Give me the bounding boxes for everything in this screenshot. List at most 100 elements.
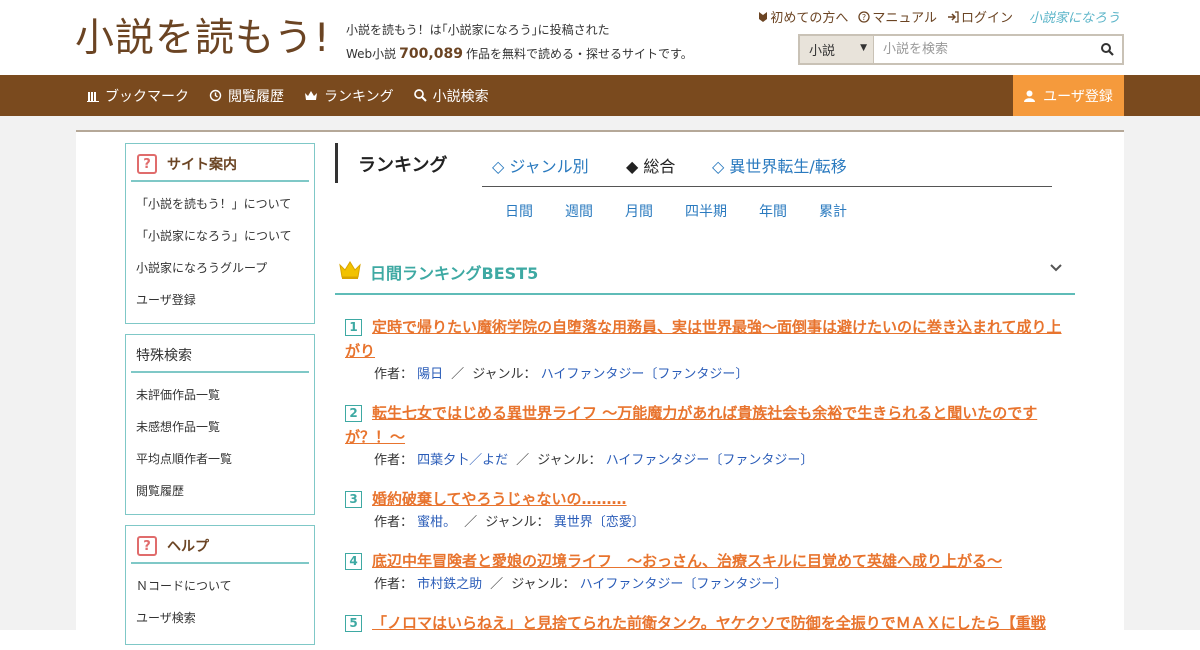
sidebar-item-narou-group[interactable]: 小説家になろうグループ [126, 252, 314, 284]
sidebar-site-guide-list: 「小説を読もう！」について 「小説家になろう」について 小説家になろうグループ … [126, 182, 314, 318]
genre-link[interactable]: ハイファンタジー〔ファンタジー〕 [541, 367, 749, 382]
nav-history-label: 閲覧履歴 [228, 88, 284, 105]
entry-title-link[interactable]: 1 定時で帰りたい魔術学院の自堕落な用務員、実は世界最強～面倒事は避けたいのに巻き… [345, 318, 1062, 360]
author-label: 作者： [374, 577, 414, 592]
genre-link[interactable]: ハイファンタジー〔ファンタジー〕 [606, 453, 814, 468]
site-logo[interactable]: 小説を読もう! [75, 14, 330, 64]
tagline-line1: 小説を読もう！は｢小説家になろう｣に投稿された [346, 23, 610, 37]
entry-title-link[interactable]: 4 底辺中年冒険者と愛娘の辺境ライフ 〜おっさん、治療スキルに目覚めて英雄へ成り上… [345, 552, 1002, 570]
tab-genre[interactable]: ◇ ジャンル別 [492, 153, 589, 177]
sidebar-help-header: ? ヘルプ [131, 526, 309, 564]
sidebar-site-guide-title: サイト案内 [167, 157, 237, 173]
page-background-left [0, 116, 76, 630]
period-weekly[interactable]: 週間 [565, 201, 593, 221]
search-icon [1100, 43, 1114, 56]
page-background-strip [76, 116, 1124, 130]
main-nav: ブックマーク 閲覧履歴 ランキング 小説検索 ユーザ登録 [0, 75, 1200, 116]
tab-overall[interactable]: ◆ 総合 [626, 153, 675, 177]
nav-history[interactable]: 閲覧履歴 [209, 86, 284, 106]
beginner-link[interactable]: 初めての方へ [758, 7, 848, 26]
nav-novel-search[interactable]: 小説検索 [413, 86, 489, 106]
genre-label: ジャンル： [511, 577, 576, 592]
tagline-suffix: 作品を無料で読める・探せるサイトです。 [465, 47, 693, 61]
period-daily[interactable]: 日間 [505, 201, 533, 221]
author-label: 作者： [374, 453, 414, 468]
tab-isekai[interactable]: ◇ 異世界転生/転移 [712, 153, 847, 177]
entry-title: 転生七女ではじめる異世界ライフ 〜万能魔力があれば貴族社会も余裕で生きられると聞… [345, 404, 1038, 446]
sidebar-help-title: ヘルプ [167, 539, 209, 555]
entry-title-link[interactable]: 5 「ノロマはいらねえ」と見捨てられた前衛タンク。ヤケクソで防御を全振りでＭＡＸに… [345, 614, 1046, 632]
search-category-value: 小説 [809, 44, 836, 59]
genre-label: ジャンル： [472, 367, 537, 382]
sidebar-item-avg-score-authors[interactable]: 平均点順作者一覧 [126, 443, 314, 475]
author-link[interactable]: 蜜柑。 [417, 515, 456, 530]
entry-title: 定時で帰りたい魔術学院の自堕落な用務員、実は世界最強～面倒事は避けたいのに巻き込… [345, 318, 1062, 360]
page-background-right [1124, 116, 1200, 630]
search-input[interactable] [874, 36, 1092, 63]
tagline-line2: Web小説 700,089 作品を無料で読める・探せるサイトです。 [346, 42, 693, 66]
rank-number-badge: 1 [345, 319, 362, 336]
period-monthly[interactable]: 月間 [625, 201, 653, 221]
period-yearly[interactable]: 年間 [759, 201, 787, 221]
nav-novel-search-label: 小説検索 [432, 88, 489, 105]
ranking-entry: 5 「ノロマはいらねえ」と見捨てられた前衛タンク。ヤケクソで防御を全振りでＭＡＸに… [345, 611, 1070, 635]
rank-number-badge: 4 [345, 553, 362, 570]
crown-icon [305, 91, 317, 100]
login-link[interactable]: ログイン [947, 7, 1013, 26]
question-box-icon: ? [137, 154, 157, 174]
header-links: 初めての方へ ? マニュアル ログイン 小説家になろう [758, 7, 1120, 26]
sidebar-item-user-register[interactable]: ユーザ登録 [126, 284, 314, 316]
ranking-entry: 4 底辺中年冒険者と愛娘の辺境ライフ 〜おっさん、治療スキルに目覚めて英雄へ成り上… [345, 549, 1070, 597]
sidebar-item-ncode[interactable]: Ｎコードについて [126, 570, 314, 602]
beginner-mark-icon [759, 11, 768, 22]
entry-title-link[interactable]: 3 婚約破棄してやろうじゃないの……… [345, 490, 627, 508]
genre-link[interactable]: ハイファンタジー〔ファンタジー〕 [580, 577, 788, 592]
search-icon [413, 89, 427, 102]
period-total[interactable]: 累計 [819, 201, 847, 221]
site-tagline: 小説を読もう！は｢小説家になろう｣に投稿された Web小説 700,089 作品を無… [346, 18, 693, 66]
narou-partner-logo[interactable]: 小説家になろう [1029, 7, 1120, 26]
tagline-prefix: Web小説 [346, 47, 397, 61]
nav-register-button[interactable]: ユーザ登録 [1013, 75, 1124, 116]
author-link[interactable]: 陽日 [417, 367, 443, 382]
rank-number-badge: 5 [345, 615, 362, 632]
manual-link-label: マニュアル [872, 11, 937, 26]
entry-title: 「ノロマはいらねえ」と見捨てられた前衛タンク。ヤケクソで防御を全振りでＭＡＸにし… [372, 614, 1046, 632]
work-count: 700,089 [399, 46, 463, 62]
ranking-title-bar [335, 143, 338, 183]
search-button[interactable] [1092, 36, 1122, 63]
history-icon [209, 89, 222, 102]
author-link[interactable]: 四葉夕卜／よだ [417, 453, 508, 468]
nav-ranking[interactable]: ランキング [304, 86, 394, 106]
manual-link[interactable]: ? マニュアル [858, 7, 937, 26]
genre-label: ジャンル： [485, 515, 550, 530]
period-quarterly[interactable]: 四半期 [685, 201, 727, 221]
nav-bookmark[interactable]: ブックマーク [87, 86, 189, 106]
sidebar-item-about-yomou[interactable]: 「小説を読もう！」について [126, 188, 314, 220]
entry-meta: 作者： 陽日／ジャンル： ハイファンタジー〔ファンタジー〕 [374, 367, 749, 382]
search-box: 小説 ▼ [798, 34, 1124, 65]
sidebar-item-unrated[interactable]: 未評価作品一覧 [126, 379, 314, 411]
chevron-down-icon[interactable] [1049, 263, 1063, 273]
sidebar-item-browse-history[interactable]: 閲覧履歴 [126, 475, 314, 507]
rank-number-badge: 3 [345, 491, 362, 508]
svg-text:?: ? [862, 13, 866, 22]
nav-bookmark-label: ブックマーク [105, 88, 189, 105]
sidebar-item-about-narou[interactable]: 「小説家になろう」について [126, 220, 314, 252]
entry-meta: 作者： 市村鉄之助／ジャンル： ハイファンタジー〔ファンタジー〕 [374, 577, 788, 592]
nav-items: ブックマーク 閲覧履歴 ランキング 小説検索 [87, 75, 489, 116]
user-icon [1024, 90, 1036, 102]
search-category-select[interactable]: 小説 ▼ [800, 36, 874, 63]
sidebar-site-guide-header: ? サイト案内 [131, 144, 309, 182]
author-link[interactable]: 市村鉄之助 [417, 577, 482, 592]
sidebar-item-user-search[interactable]: ユーザ検索 [126, 602, 314, 634]
best5-header[interactable]: 日間ランキングBEST5 [335, 254, 1075, 295]
ranking-entry: 3 婚約破棄してやろうじゃないの……… 作者： 蜜柑。／ジャンル： 異世界〔恋愛〕 [345, 487, 1070, 535]
entry-title: 底辺中年冒険者と愛娘の辺境ライフ 〜おっさん、治療スキルに目覚めて英雄へ成り上が… [372, 552, 1003, 570]
sidebar-item-no-reviews[interactable]: 未感想作品一覧 [126, 411, 314, 443]
ranking-entry: 1 定時で帰りたい魔術学院の自堕落な用務員、実は世界最強～面倒事は避けたいのに巻き… [345, 315, 1070, 387]
genre-link[interactable]: 異世界〔恋愛〕 [554, 515, 645, 530]
ranking-entry: 2 転生七女ではじめる異世界ライフ 〜万能魔力があれば貴族社会も余裕で生きられると… [345, 401, 1070, 473]
entry-title-link[interactable]: 2 転生七女ではじめる異世界ライフ 〜万能魔力があれば貴族社会も余裕で生きられると… [345, 404, 1037, 446]
period-tabs: 日間 週間 月間 四半期 年間 累計 [505, 201, 879, 221]
